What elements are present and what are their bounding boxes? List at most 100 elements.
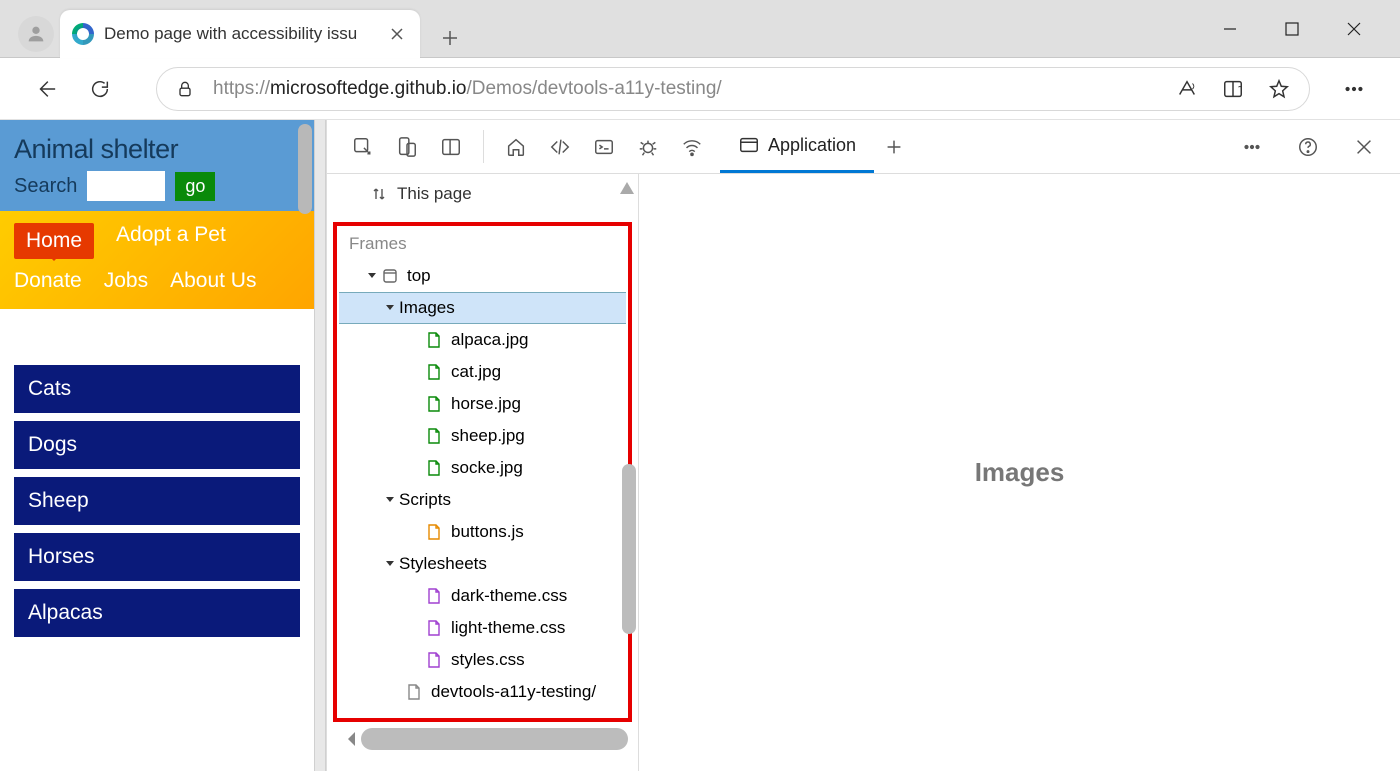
titlebar: Demo page with accessibility issu xyxy=(0,0,1400,58)
maximize-button[interactable] xyxy=(1282,19,1302,39)
sort-icon xyxy=(371,186,387,202)
devtools-close-button[interactable] xyxy=(1344,120,1384,174)
plus-icon xyxy=(441,29,459,47)
tree-html-file[interactable]: devtools-a11y-testing/ xyxy=(339,676,626,708)
device-button[interactable] xyxy=(387,120,427,174)
frame-icon xyxy=(381,267,399,285)
inspect-button[interactable] xyxy=(343,120,383,174)
search-input[interactable] xyxy=(87,171,165,201)
nav-home[interactable]: Home xyxy=(14,223,94,259)
search-go-button[interactable]: go xyxy=(175,172,215,201)
address-actions xyxy=(1175,77,1291,101)
browser-tab[interactable]: Demo page with accessibility issu xyxy=(60,10,420,58)
devtools-tabs: Application xyxy=(327,120,1400,174)
page-scrollbar[interactable] xyxy=(298,124,312,214)
tree-image-file[interactable]: alpaca.jpg xyxy=(339,324,626,356)
close-window-button[interactable] xyxy=(1344,19,1364,39)
wifi-icon xyxy=(681,136,703,158)
main-area: Animal shelter Search go Home Adopt a Pe… xyxy=(0,120,1400,771)
nav-adopt[interactable]: Adopt a Pet xyxy=(116,223,226,259)
tab-console[interactable] xyxy=(584,120,624,174)
lock-icon xyxy=(175,78,195,100)
add-panel-button[interactable] xyxy=(874,120,914,173)
close-icon xyxy=(1346,21,1362,37)
reading-mode-button[interactable] xyxy=(1221,77,1245,101)
page-header: Animal shelter Search go xyxy=(0,120,314,211)
browser-toolbar: https://microsoftedge.github.io/Demos/de… xyxy=(0,58,1400,120)
more-icon xyxy=(1241,136,1263,158)
devtools-more-button[interactable] xyxy=(1232,120,1272,174)
nav-about[interactable]: About Us xyxy=(170,269,256,293)
tree-script-file[interactable]: buttons.js xyxy=(339,516,626,548)
frames-tree: top Images alpaca.jpg cat.jpg horse.jpg … xyxy=(339,260,626,708)
application-sidebar: This page Frames top xyxy=(327,174,639,771)
nav-jobs[interactable]: Jobs xyxy=(104,269,148,293)
category-item[interactable]: Horses xyxy=(14,533,300,581)
refresh-button[interactable] xyxy=(82,71,118,107)
refresh-icon xyxy=(89,78,111,100)
page-nav: Home Adopt a Pet Donate Jobs About Us xyxy=(0,211,314,309)
arrow-left-icon xyxy=(35,78,57,100)
tree-css-file[interactable]: light-theme.css xyxy=(339,612,626,644)
star-icon xyxy=(1268,78,1290,100)
caret-icon xyxy=(365,271,379,281)
tree-image-file[interactable]: cat.jpg xyxy=(339,356,626,388)
favorite-button[interactable] xyxy=(1267,77,1291,101)
minimize-button[interactable] xyxy=(1220,19,1240,39)
page-title: Animal shelter xyxy=(14,134,300,165)
panel-tabs xyxy=(488,120,720,173)
browser-menu-button[interactable] xyxy=(1336,71,1372,107)
category-item[interactable]: Sheep xyxy=(14,477,300,525)
read-aloud-button[interactable] xyxy=(1175,77,1199,101)
close-tab-button[interactable] xyxy=(388,25,406,43)
devtools-body: This page Frames top xyxy=(327,174,1400,771)
window-controls xyxy=(1220,0,1400,57)
tree-images[interactable]: Images xyxy=(339,292,626,324)
search-row: Search go xyxy=(14,171,300,201)
frames-title: Frames xyxy=(339,232,626,260)
tab-elements[interactable] xyxy=(540,120,580,174)
tab-sources[interactable] xyxy=(628,120,668,174)
edge-favicon-icon xyxy=(72,23,94,45)
tree-image-file[interactable]: horse.jpg xyxy=(339,388,626,420)
tree-top[interactable]: top xyxy=(339,260,626,292)
tree-scripts[interactable]: Scripts xyxy=(339,484,626,516)
person-icon xyxy=(25,23,47,45)
tree-css-file[interactable]: dark-theme.css xyxy=(339,580,626,612)
splitter[interactable] xyxy=(314,120,326,771)
category-item[interactable]: Cats xyxy=(14,365,300,413)
image-file-icon xyxy=(425,459,443,477)
tab-welcome[interactable] xyxy=(496,120,536,174)
tree-css-file[interactable]: styles.css xyxy=(339,644,626,676)
inspect-group xyxy=(335,120,479,173)
tab-application[interactable]: Application xyxy=(720,120,874,173)
minimize-icon xyxy=(1222,21,1238,37)
devtools: Application This page Frames xyxy=(326,120,1400,771)
profile-button[interactable] xyxy=(18,16,54,52)
close-icon xyxy=(390,27,404,41)
dock-button[interactable] xyxy=(431,120,471,174)
category-item[interactable]: Alpacas xyxy=(14,589,300,637)
category-item[interactable]: Dogs xyxy=(14,421,300,469)
tree-stylesheets[interactable]: Stylesheets xyxy=(339,548,626,580)
address-bar[interactable]: https://microsoftedge.github.io/Demos/de… xyxy=(156,67,1310,111)
tree-image-file[interactable]: socke.jpg xyxy=(339,452,626,484)
tab-network[interactable] xyxy=(672,120,712,174)
devtools-help-button[interactable] xyxy=(1288,120,1328,174)
sidebar-scrollbar[interactable] xyxy=(622,464,636,634)
category-list: Cats Dogs Sheep Horses Alpacas xyxy=(0,365,314,637)
site-info-button[interactable] xyxy=(175,78,195,100)
css-file-icon xyxy=(425,651,443,669)
back-button[interactable] xyxy=(28,71,64,107)
tree-stylesheets-label: Stylesheets xyxy=(399,554,487,574)
new-tab-button[interactable] xyxy=(438,26,462,50)
this-page-row[interactable]: This page xyxy=(327,174,638,214)
tree-image-file[interactable]: sheep.jpg xyxy=(339,420,626,452)
sidebar-hscrollbar[interactable] xyxy=(361,728,628,750)
page-viewport: Animal shelter Search go Home Adopt a Pe… xyxy=(0,120,314,771)
application-content: Images xyxy=(639,174,1400,771)
nav-donate[interactable]: Donate xyxy=(14,269,82,293)
maximize-icon xyxy=(1284,21,1300,37)
bug-icon xyxy=(637,136,659,158)
file-icon xyxy=(405,683,423,701)
